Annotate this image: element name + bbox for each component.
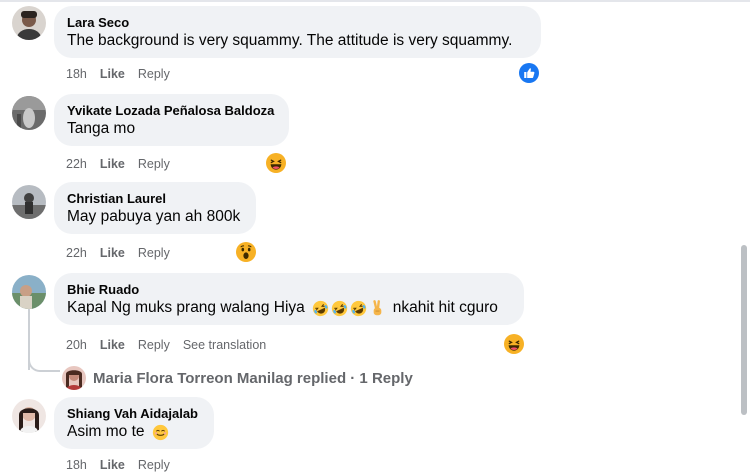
comment-actions: 20h Like Reply See translation [66,337,266,353]
comment-text: The background is very squammy. The atti… [67,32,513,49]
comment-bubble: Bhie Ruado Kapal Ng muks prang walang Hi… [54,273,524,325]
rolling-laughing-emoji-icon [350,300,367,317]
comment-actions: 18h Like Reply [66,457,170,473]
haha-reaction-icon[interactable] [266,153,286,173]
comment-bubble: Shiang Vah Aidajalab Asim mo te [54,397,214,449]
comment-author[interactable]: Yvikate Lozada Peñalosa Baldoza [67,102,276,119]
victory-hand-emoji-icon [369,299,386,317]
comment-actions: 18h Like Reply [66,66,170,82]
comment-author[interactable]: Christian Laurel [67,190,243,207]
like-reaction-icon[interactable] [519,63,539,83]
reply-button[interactable]: Reply [138,66,170,82]
reply-author-avatar [62,366,86,390]
avatar[interactable] [12,96,46,130]
comment-bubble: Lara Seco The background is very squammy… [54,6,541,58]
haha-reaction-icon[interactable] [504,334,524,354]
like-button[interactable]: Like [100,457,125,473]
comment-text: Kapal Ng muks prang walang Hiya nkahit h… [67,298,511,318]
smiling-emoji-icon [152,424,169,441]
like-button[interactable]: Like [100,337,125,353]
scrollbar[interactable] [741,245,747,415]
timestamp[interactable]: 18h [66,66,87,82]
see-translation-link[interactable]: See translation [183,337,266,353]
comment-actions: 22h Like Reply [66,245,170,261]
comment-text: Tanga mo [67,120,136,137]
avatar[interactable] [12,6,46,40]
reply-button[interactable]: Reply [138,337,170,353]
comment-actions: 22h Like Reply [66,156,170,172]
like-button[interactable]: Like [100,245,125,261]
comment-author[interactable]: Bhie Ruado [67,281,511,298]
avatar[interactable] [12,275,46,309]
comment-text: Asim mo te [67,422,201,442]
thread-connector [28,354,60,372]
wow-reaction-icon[interactable] [236,242,256,262]
comment-text-start: Asim mo te [67,423,145,440]
comment-text: May pabuya yan ah 800k [67,208,241,225]
timestamp[interactable]: 20h [66,337,87,353]
reply-button[interactable]: Reply [138,457,170,473]
reply-button[interactable]: Reply [138,156,170,172]
comment-bubble: Yvikate Lozada Peñalosa Baldoza Tanga mo [54,94,289,146]
like-button[interactable]: Like [100,156,125,172]
reply-button[interactable]: Reply [138,245,170,261]
comment-author[interactable]: Shiang Vah Aidajalab [67,405,201,422]
like-button[interactable]: Like [100,66,125,82]
avatar[interactable] [12,399,46,433]
comment-bubble: Christian Laurel May pabuya yan ah 800k [54,182,256,234]
rolling-laughing-emoji-icon [312,300,329,317]
timestamp[interactable]: 22h [66,245,87,261]
comment-text-start: Kapal Ng muks prang walang Hiya [67,299,305,316]
replies-summary-text[interactable]: Maria Flora Torreon Manilag replied · 1 … [93,370,413,387]
top-divider [0,0,750,2]
timestamp[interactable]: 18h [66,457,87,473]
comment-text-end: nkahit hit cguro [392,299,498,316]
avatar[interactable] [12,185,46,219]
timestamp[interactable]: 22h [66,156,87,172]
comment-author[interactable]: Lara Seco [67,14,528,31]
view-replies-link[interactable]: Maria Flora Torreon Manilag replied · 1 … [62,366,413,390]
rolling-laughing-emoji-icon [331,300,348,317]
